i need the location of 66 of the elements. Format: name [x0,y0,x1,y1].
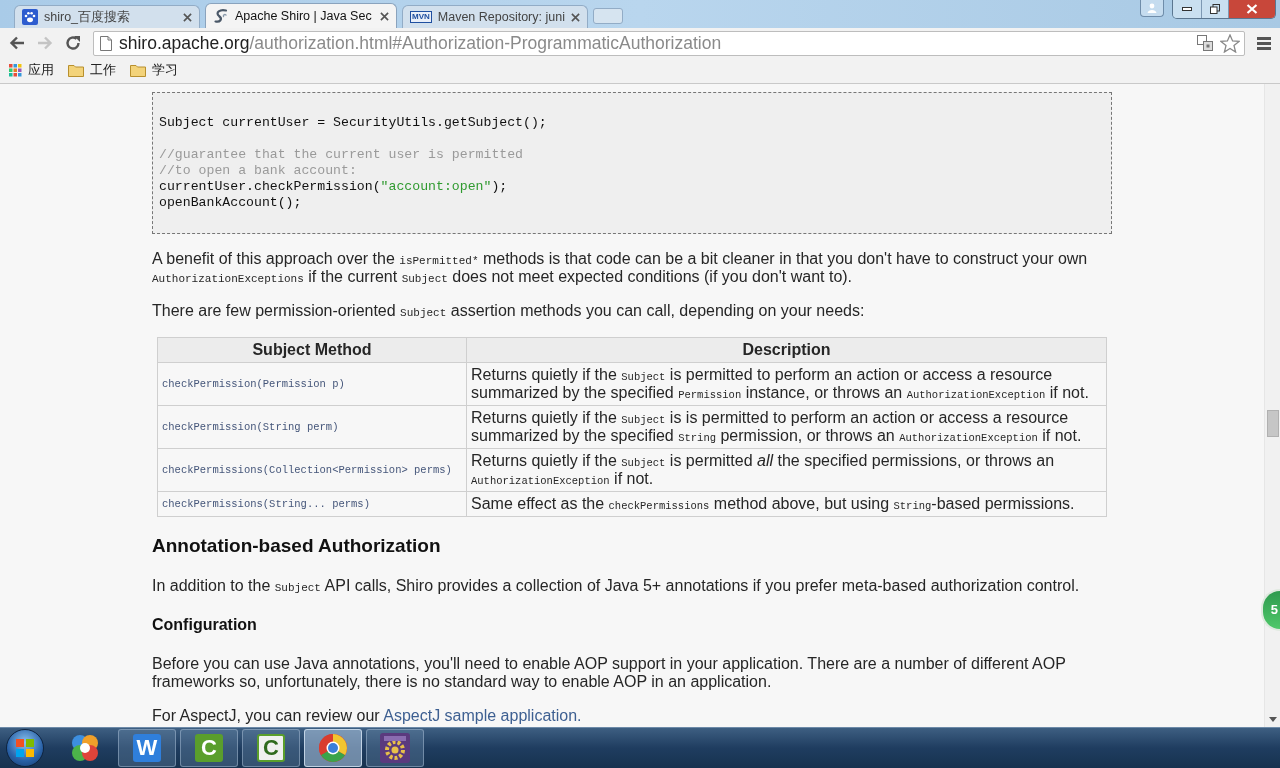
four-pane-flag-icon [16,739,34,757]
paragraph: In addition to the Subject API calls, Shiro provides a collection of Java 5+ annotations if you prefer meta-based authorization control. [152,577,1081,595]
code-line: //guarantee that the current user is permitted [159,147,524,163]
table-cell: checkPermissions(String... perms) [157,491,467,517]
table-cell: Returns quietly if the Subject is permitted to perform an action or access a resource summarized by the specified Permission instance, or throws an AuthorizationException if not. [466,362,1107,406]
folder-icon [130,64,146,77]
gear-tile-icon [380,733,410,763]
color-petals-icon [70,733,100,763]
profile-button[interactable] [1140,0,1164,17]
paragraph: For AspectJ, you can review our AspectJ sample application. [152,707,583,725]
tricolor-ball-icon [318,733,348,763]
restore-icon [1210,4,1220,14]
bookmark[interactable]: 工作 [67,61,117,80]
letter-tile: C [195,734,223,762]
close-icon[interactable] [571,12,580,22]
browser-tab[interactable]: Apache Shiro | Java Sec [205,3,397,28]
bookmark[interactable]: 应用 [8,61,55,80]
star-icon[interactable] [1220,33,1240,53]
table-cell: Same effect as the checkPermissions method above, but using String-based permissions. [466,491,1107,517]
bookmark[interactable]: 学习 [129,61,179,80]
browser-tab[interactable]: shiro_百度搜索 [14,5,200,28]
apps-grid-icon [9,64,22,77]
paragraph: Before you can use Java annotations, you'll need to enable AOP support in your application. There are a number of different AOP frameworks so, unfortunately, there is no standard way to enable AOP in an application. [152,655,1067,691]
browser-tab[interactable]: MVN Maven Repository: juni [402,5,588,28]
start-button[interactable] [6,729,44,767]
taskbar-button[interactable]: W [118,729,176,767]
close-button[interactable] [1229,0,1275,18]
code-line: openBankAccount(); [159,195,302,211]
minimize-button[interactable] [1173,0,1202,18]
code-line: //to open a bank account: [159,163,357,179]
down-arrow-icon[interactable] [1268,717,1277,722]
letter-tile: C [257,734,285,762]
close-icon[interactable] [380,11,389,21]
translate-icon[interactable] [1197,35,1213,51]
table-cell: checkPermissions(Collection<Permission> perms) [157,448,467,492]
maximize-button[interactable] [1202,0,1229,18]
close-icon [1246,4,1258,14]
table-cell: Returns quietly if the Subject is is permitted to perform an action or access a resource summarized by the specified String permission, or throws an AuthorizationException if not. [466,405,1107,449]
section-heading: Annotation-based Authorization [152,535,442,557]
taskbar-button[interactable]: C [242,729,300,767]
minimize-icon [1182,7,1192,11]
swirl-icon [213,8,229,24]
link[interactable]: AspectJ sample application. [383,707,582,724]
code-line: currentUser.checkPermission("account:open"); [159,179,508,195]
scrollbar[interactable] [1264,84,1280,727]
close-icon[interactable] [183,12,192,22]
folder-icon [68,64,84,77]
table-cell: checkPermission(String perm) [157,405,467,449]
paragraph: There are few permission-oriented Subject assertion methods you can call, depending on your needs: [152,302,866,320]
subsection-heading: Configuration [152,615,258,635]
menu-icon[interactable] [1257,36,1271,50]
table-cell: Returns quietly if the Subject is permitted all the specified permissions, or throws an AuthorizationException if not. [466,448,1107,492]
letter-tile: W [133,734,161,762]
back-icon[interactable] [9,36,25,50]
favicon-label: MVN [410,11,432,23]
address-bar[interactable]: shiro.apache.org/authorization.html#Authorization-ProgrammaticAuthorization [93,30,1245,56]
code-line: Subject currentUser = SecurityUtils.getSubject(); [159,115,547,131]
paw-icon [22,9,38,25]
column-header: Subject Method [157,337,467,363]
person-icon [1147,3,1157,13]
scrollbar-thumb[interactable] [1266,410,1279,437]
paragraph: A benefit of this approach over the isPermitted* methods is that code can be a bit cleaner in that you don't have to construct your own AuthorizationExceptions if the current Subject does not meet expected conditions (if you don't want to). [152,250,1089,286]
page-icon [100,35,112,51]
reload-icon[interactable] [65,35,81,51]
table-cell: checkPermission(Permission p) [157,362,467,406]
column-header: Description [466,337,1107,363]
